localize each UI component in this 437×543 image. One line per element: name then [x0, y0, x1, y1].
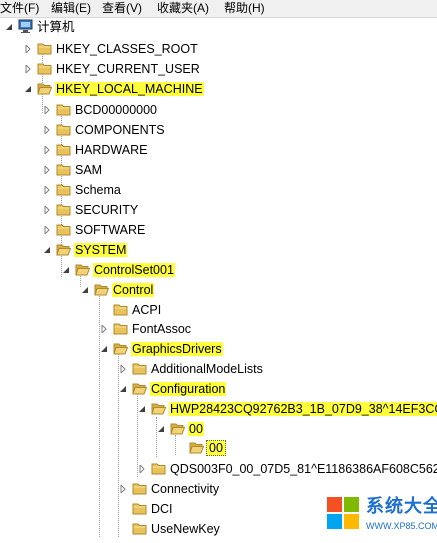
node-label[interactable]: Control [112, 283, 155, 297]
expanded-arrow-icon[interactable] [157, 425, 165, 433]
collapsed-arrow-icon[interactable] [43, 126, 51, 134]
expanded-arrow-icon[interactable] [62, 266, 70, 274]
menu-favorites[interactable]: 收藏夹(A) [157, 1, 209, 16]
folder-open-icon [75, 263, 91, 276]
node-label[interactable]: ACPI [131, 303, 162, 317]
selected-node-label[interactable]: 00 [206, 440, 226, 456]
menu-help[interactable]: 帮助(H) [224, 1, 265, 16]
node-label[interactable]: HKEY_CLASSES_ROOT [55, 42, 199, 56]
node-label[interactable]: DCI [150, 502, 174, 516]
node-label[interactable]: SYSTEM [74, 243, 128, 257]
folder-icon [37, 42, 52, 55]
expanded-arrow-icon[interactable] [100, 345, 108, 353]
tree-line [118, 347, 119, 537]
folder-icon [113, 322, 128, 335]
expanded-arrow-icon[interactable] [5, 23, 13, 31]
folder-open-icon [170, 422, 186, 435]
folder-open-icon [132, 382, 148, 395]
collapsed-arrow-icon[interactable] [119, 365, 127, 373]
node-label[interactable]: QDS003F0_00_07D5_81^E1186386AF608C5622 [169, 462, 437, 476]
folder-icon [132, 522, 147, 535]
folder-icon [56, 103, 71, 116]
node-label[interactable]: SAM [74, 163, 103, 177]
node-label[interactable]: FontAssoc [131, 322, 192, 336]
node-label[interactable]: BCD00000000 [74, 103, 158, 117]
folder-open-icon [56, 243, 72, 256]
registry-tree[interactable]: 计算机 HKEY_CLASSES_ROOT HKEY_CURRENT_USER … [0, 17, 437, 543]
node-label[interactable]: HWP28423CQ92762B3_1B_07D9_38^14EF3CCF [169, 402, 437, 416]
windows-logo-icon [326, 496, 360, 530]
node-label[interactable]: ControlSet001 [93, 263, 175, 277]
expanded-arrow-icon[interactable] [43, 246, 51, 254]
node-label[interactable]: SOFTWARE [74, 223, 146, 237]
tree-line [137, 387, 138, 477]
collapsed-arrow-icon[interactable] [43, 146, 51, 154]
watermark-url: WWW.XP85.COM [366, 521, 437, 531]
menu-edit[interactable]: 编辑(E) [51, 1, 91, 16]
folder-icon [56, 123, 71, 136]
collapsed-arrow-icon[interactable] [43, 106, 51, 114]
collapsed-arrow-icon[interactable] [24, 45, 32, 53]
folder-icon [37, 62, 52, 75]
node-label[interactable]: HKEY_CURRENT_USER [55, 62, 201, 76]
folder-icon [151, 462, 166, 475]
collapsed-arrow-icon[interactable] [43, 206, 51, 214]
node-label[interactable]: Schema [74, 183, 122, 197]
collapsed-arrow-icon[interactable] [100, 325, 108, 333]
collapsed-arrow-icon[interactable] [43, 166, 51, 174]
node-label[interactable]: 00 [188, 422, 204, 436]
folder-icon [56, 183, 71, 196]
node-label[interactable]: SECURITY [74, 203, 139, 217]
folder-icon [132, 502, 147, 515]
folder-icon [113, 303, 128, 316]
node-label[interactable]: GraphicsDrivers [131, 342, 223, 356]
computer-icon [18, 19, 33, 33]
node-label[interactable]: AdditionalModeLists [150, 362, 264, 376]
node-label[interactable]: Configuration [150, 382, 227, 396]
collapsed-arrow-icon[interactable] [43, 226, 51, 234]
collapsed-arrow-icon[interactable] [24, 65, 32, 73]
menu-file[interactable]: 文件(F) [0, 1, 39, 16]
node-label[interactable]: Connectivity [150, 482, 220, 496]
folder-open-icon [94, 283, 110, 296]
node-label[interactable]: 计算机 [36, 20, 76, 34]
menu-view[interactable]: 查看(V) [102, 1, 142, 16]
folder-icon [56, 223, 71, 236]
folder-open-icon [37, 82, 53, 95]
node-label[interactable]: HKEY_LOCAL_MACHINE [55, 82, 204, 96]
tree-line [156, 417, 157, 457]
folder-open-icon [189, 441, 205, 454]
folder-icon [56, 203, 71, 216]
folder-icon [132, 362, 147, 375]
node-label[interactable]: COMPONENTS [74, 123, 166, 137]
node-label[interactable]: HARDWARE [74, 143, 148, 157]
node-label[interactable]: UseNewKey [150, 522, 221, 536]
collapsed-arrow-icon[interactable] [138, 465, 146, 473]
folder-icon [56, 163, 71, 176]
tree-line [42, 47, 43, 113]
watermark: 系统大全 WWW.XP85.COM [321, 489, 437, 543]
expanded-arrow-icon[interactable] [24, 85, 32, 93]
collapsed-arrow-icon[interactable] [119, 485, 127, 493]
folder-open-icon [113, 342, 129, 355]
folder-icon [132, 482, 147, 495]
expanded-arrow-icon[interactable] [138, 405, 146, 413]
folder-open-icon [151, 402, 167, 415]
expanded-arrow-icon[interactable] [81, 286, 89, 294]
folder-icon [56, 143, 71, 156]
collapsed-arrow-icon[interactable] [43, 186, 51, 194]
tree-line [175, 435, 176, 455]
menu-bar: 文件(F) 编辑(E) 查看(V) 收藏夹(A) 帮助(H) [0, 0, 437, 18]
watermark-title: 系统大全 [366, 496, 437, 516]
expanded-arrow-icon[interactable] [119, 385, 127, 393]
